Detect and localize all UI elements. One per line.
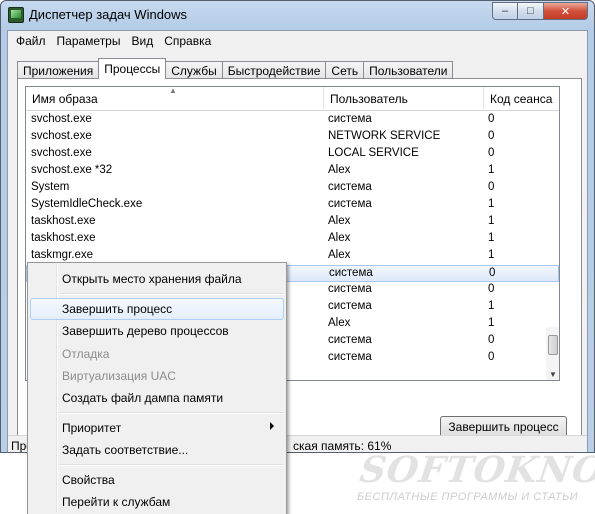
table-row[interactable]: System система 0 [26,180,559,197]
scroll-down-arrow-icon[interactable]: ▼ [549,370,557,379]
menu-separator [59,293,284,295]
title-bar[interactable]: Диспетчер задач Windows – □ ✕ [1,1,594,29]
scrollbar-thumb[interactable] [548,335,558,355]
maximize-button[interactable]: □ [518,2,544,20]
cell-session: 1 [488,198,495,210]
close-button[interactable]: ✕ [544,2,588,20]
cell-session: 1 [488,249,495,261]
cell-name: SystemIdleCheck.exe [31,198,143,210]
cell-name: svchost.exe [31,113,92,125]
cell-user: NETWORK SERVICE [328,130,441,142]
sort-ascending-icon: ▲ [169,86,177,95]
cell-name: System [31,181,70,193]
menu-help[interactable]: Справка [159,31,217,51]
menu-priority[interactable]: Приоритет [30,417,284,439]
cell-session: 0 [488,283,495,295]
column-user[interactable]: Пользователь [324,87,484,111]
cell-user: Alex [328,317,351,329]
cell-session: 0 [488,130,495,142]
cell-session: 0 [488,351,495,363]
cell-user: система [328,334,372,346]
table-row[interactable]: taskhost.exe Alex 1 [26,231,559,248]
table-row[interactable]: svchost.exe LOCAL SERVICE 0 [26,146,559,163]
menu-view[interactable]: Вид [126,31,159,51]
cell-user: LOCAL SERVICE [328,147,419,159]
watermark-logo: SOFTOKNO.RU [357,449,595,491]
menu-end-process[interactable]: Завершить процесс [30,298,284,320]
cell-name: svchost.exe [31,147,92,159]
cell-name: taskhost.exe [31,232,96,244]
vertical-scrollbar[interactable]: ▼ [546,327,559,380]
tab-applications[interactable]: Приложения [17,61,100,79]
menu-debug: Отладка [62,347,110,361]
table-row[interactable]: taskhost.exe Alex 1 [26,214,559,231]
tab-users[interactable]: Пользователи [363,61,454,79]
cell-session: 1 [488,317,495,329]
menu-options[interactable]: Параметры [52,31,127,51]
column-image-name-label: Имя образа [32,92,98,106]
cell-session: 0 [488,334,495,346]
tab-strip: Приложения Процессы Службы Быстродействи… [17,58,454,79]
cell-user: система [328,283,372,295]
cell-name: taskhost.exe [31,215,96,227]
menu-properties[interactable]: Свойства [30,469,284,491]
table-row[interactable]: svchost.exe NETWORK SERVICE 0 [26,129,559,146]
cell-session: 0 [489,267,496,279]
cell-session: 1 [488,164,495,176]
cell-session: 0 [488,147,495,159]
menu-separator [59,412,284,414]
table-row[interactable]: SystemIdleCheck.exe система 1 [26,197,559,214]
cell-user: система [328,113,372,125]
menu-end-process-tree[interactable]: Завершить дерево процессов [30,320,284,342]
cell-user: Alex [328,215,351,227]
menu-uac-virtualization: Виртуализация UAC [62,369,176,383]
process-context-menu: Открыть место хранения файла Завершить п… [27,262,287,514]
cell-user: система [328,198,372,210]
cell-name: taskmgr.exe [31,249,93,261]
cell-user: Alex [328,164,351,176]
cell-session: 1 [488,300,495,312]
cell-user: система [328,300,372,312]
tab-services[interactable]: Службы [165,61,223,79]
menu-file[interactable]: Файл [11,31,52,51]
cell-user: система [329,267,373,279]
cell-user: Alex [328,232,351,244]
column-session-id[interactable]: Код сеанса [484,87,559,111]
menu-set-affinity[interactable]: Задать соответствие... [30,439,284,461]
cell-user: система [328,181,372,193]
tab-performance[interactable]: Быстродействие [221,61,327,79]
menu-priority-label: Приоритет [62,421,122,435]
watermark-subtitle: БЕСПЛАТНЫЕ ПРОГРАММЫ И СТАТЬИ [357,491,579,503]
submenu-arrow-icon [270,422,274,430]
cell-name: svchost.exe *32 [31,164,113,176]
cell-user: система [328,351,372,363]
menu-create-dump-file[interactable]: Создать файл дампа памяти [30,387,284,409]
menu-open-file-location[interactable]: Открыть место хранения файла [30,268,284,290]
cell-session: 0 [488,113,495,125]
tab-networking[interactable]: Сеть [325,61,365,79]
cell-user: Alex [328,249,351,261]
task-manager-app-icon [8,7,24,23]
table-row[interactable]: svchost.exe *32 Alex 1 [26,163,559,180]
window-title: Диспетчер задач Windows [29,7,188,22]
cell-session: 0 [488,181,495,193]
menu-bar: Файл Параметры Вид Справка [8,31,587,51]
minimize-button[interactable]: – [492,2,518,20]
menu-separator [59,464,284,466]
menu-go-to-services[interactable]: Перейти к службам [30,491,284,513]
cell-session: 1 [488,232,495,244]
caption-buttons: – □ ✕ [492,2,588,20]
table-row[interactable]: svchost.exe система 0 [26,112,559,129]
list-header: ▲ Имя образа Пользователь Код сеанса [26,87,559,111]
cell-session: 1 [488,215,495,227]
tab-processes[interactable]: Процессы [98,58,167,79]
column-image-name[interactable]: ▲ Имя образа [26,87,324,111]
cell-name: svchost.exe [31,130,92,142]
